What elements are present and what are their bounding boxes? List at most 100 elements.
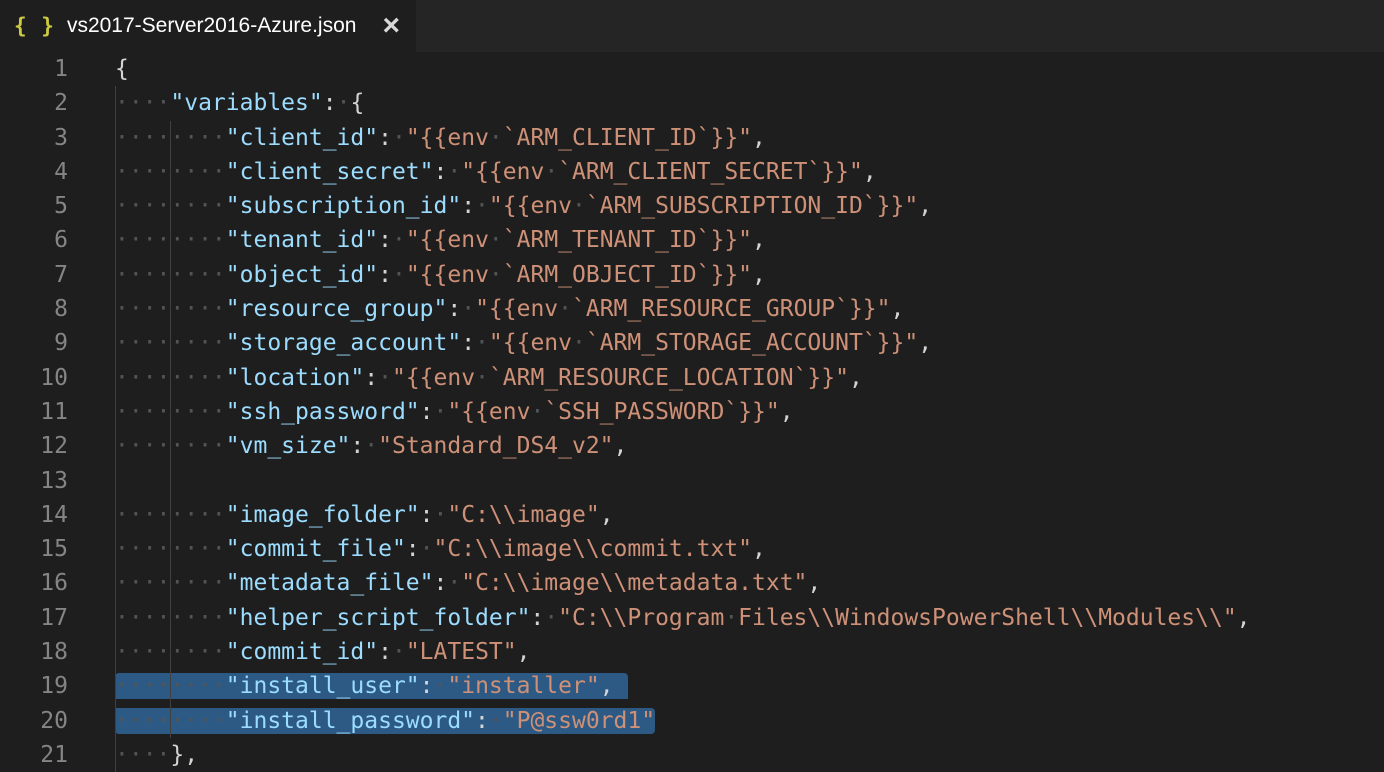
code-line-5[interactable]: 5 ········"subscription_id":·"{{env·`ARM_… bbox=[0, 189, 1384, 223]
indent-guide bbox=[115, 635, 116, 669]
code-text: ········"vm_size":·"Standard_DS4_v2", bbox=[115, 433, 627, 459]
indent-guide bbox=[115, 532, 116, 566]
indent-guide bbox=[115, 121, 116, 155]
indent-guide bbox=[170, 429, 171, 463]
json-file-icon: { } bbox=[14, 14, 55, 38]
indent-guide bbox=[115, 669, 116, 703]
code-text: ········"ssh_password":·"{{env·`SSH_PASS… bbox=[115, 399, 794, 425]
line-number: 2 bbox=[0, 86, 68, 120]
code-text: ········"helper_script_folder":·"C:\\Pro… bbox=[115, 605, 1251, 631]
code-line-18[interactable]: 18 ········"commit_id":·"LATEST", bbox=[0, 635, 1384, 669]
line-number: 7 bbox=[0, 258, 68, 292]
line-number: 15 bbox=[0, 532, 68, 566]
code-text: ········"client_secret":·"{{env·`ARM_CLI… bbox=[115, 159, 877, 185]
indent-guide bbox=[115, 155, 116, 189]
code-line-20[interactable]: 20 ········"install_password":·"P@ssw0rd1… bbox=[0, 704, 1384, 738]
code-line-10[interactable]: 10 ········"location":·"{{env·`ARM_RESOUR… bbox=[0, 361, 1384, 395]
indent-guide bbox=[170, 189, 171, 223]
line-number: 8 bbox=[0, 292, 68, 326]
indent-guide bbox=[115, 86, 116, 120]
code-editor[interactable]: 1{2····"variables":·{3········"client_id… bbox=[0, 52, 1384, 772]
indent-guide bbox=[170, 155, 171, 189]
line-number: 14 bbox=[0, 498, 68, 532]
line-number: 10 bbox=[0, 361, 68, 395]
code-text: ········"tenant_id":·"{{env·`ARM_TENANT_… bbox=[115, 227, 766, 253]
code-line-1[interactable]: 1{ bbox=[0, 52, 1384, 86]
code-line-13[interactable]: 13 bbox=[0, 464, 1384, 498]
code-line-9[interactable]: 9 ········"storage_account":·"{{env·`ARM_… bbox=[0, 326, 1384, 360]
line-number: 11 bbox=[0, 395, 68, 429]
indent-guide bbox=[170, 326, 171, 360]
indent-guide bbox=[170, 704, 171, 738]
indent-guide bbox=[115, 498, 116, 532]
code-line-8[interactable]: 8 ········"resource_group":·"{{env·`ARM_R… bbox=[0, 292, 1384, 326]
indent-guide bbox=[170, 669, 171, 703]
indent-guide bbox=[170, 498, 171, 532]
indent-guide bbox=[115, 189, 116, 223]
code-line-4[interactable]: 4 ········"client_secret":·"{{env·`ARM_CL… bbox=[0, 155, 1384, 189]
code-text: ····}, bbox=[115, 742, 198, 768]
code-text: ········"commit_id":·"LATEST", bbox=[115, 639, 530, 665]
indent-guide bbox=[115, 326, 116, 360]
code-text: ········"image_folder":·"C:\\image", bbox=[115, 502, 614, 528]
code-line-3[interactable]: 3········"client_id":·"{{env·`ARM_CLIENT… bbox=[0, 121, 1384, 155]
indent-guide bbox=[115, 395, 116, 429]
line-number: 19 bbox=[0, 669, 68, 703]
line-number: 20 bbox=[0, 704, 68, 738]
indent-guide bbox=[115, 258, 116, 292]
line-number: 18 bbox=[0, 635, 68, 669]
indent-guide bbox=[170, 258, 171, 292]
code-text: ········"object_id":·"{{env·`ARM_OBJECT_… bbox=[115, 262, 766, 288]
code-line-12[interactable]: 12 ········"vm_size":·"Standard_DS4_v2", bbox=[0, 429, 1384, 463]
indent-guide bbox=[170, 292, 171, 326]
code-text: ········"metadata_file":·"C:\\image\\met… bbox=[115, 570, 821, 596]
code-line-7[interactable]: 7 ········"object_id":·"{{env·`ARM_OBJECT… bbox=[0, 258, 1384, 292]
tab-bar: { } vs2017-Server2016-Azure.json × bbox=[0, 0, 1384, 52]
line-number: 17 bbox=[0, 601, 68, 635]
selected-code-text: ········"install_password":·"P@ssw0rd1" bbox=[115, 708, 655, 734]
tab-vs2017-server2016-azure-json[interactable]: { } vs2017-Server2016-Azure.json × bbox=[0, 0, 416, 52]
line-number: 4 bbox=[0, 155, 68, 189]
indent-guide bbox=[115, 704, 116, 738]
tab-title: vs2017-Server2016-Azure.json bbox=[67, 14, 357, 38]
indent-guide bbox=[170, 532, 171, 566]
indent-guide bbox=[170, 464, 171, 498]
line-number: 6 bbox=[0, 223, 68, 257]
indent-guide bbox=[115, 566, 116, 600]
code-text: ········"storage_account":·"{{env·`ARM_S… bbox=[115, 330, 932, 356]
indent-guide bbox=[115, 223, 116, 257]
indent-guide bbox=[170, 395, 171, 429]
indent-guide bbox=[115, 738, 116, 772]
code-text: ········"subscription_id":·"{{env·`ARM_S… bbox=[115, 193, 932, 219]
code-text: ········"location":·"{{env·`ARM_RESOURCE… bbox=[115, 365, 863, 391]
line-number: 9 bbox=[0, 326, 68, 360]
code-line-11[interactable]: 11 ········"ssh_password":·"{{env·`SSH_PA… bbox=[0, 395, 1384, 429]
code-line-14[interactable]: 14 ········"image_folder":·"C:\\image", bbox=[0, 498, 1384, 532]
indent-guide bbox=[115, 361, 116, 395]
line-number: 21 bbox=[0, 738, 68, 772]
code-line-16[interactable]: 16········"metadata_file":·"C:\\image\\m… bbox=[0, 566, 1384, 600]
indent-guide bbox=[170, 601, 171, 635]
line-number: 1 bbox=[0, 52, 68, 86]
indent-guide bbox=[170, 635, 171, 669]
code-line-2[interactable]: 2 ····"variables":·{ bbox=[0, 86, 1384, 120]
indent-guide bbox=[170, 121, 171, 155]
line-number: 5 bbox=[0, 189, 68, 223]
line-number: 12 bbox=[0, 429, 68, 463]
indent-guide bbox=[115, 601, 116, 635]
code-text: ········"resource_group":·"{{env·`ARM_RE… bbox=[115, 296, 904, 322]
close-icon[interactable]: × bbox=[380, 11, 402, 41]
indent-guide bbox=[115, 464, 116, 498]
code-text: { bbox=[115, 56, 129, 82]
line-number: 13 bbox=[0, 464, 68, 498]
selected-code-text: ········"install_user":·"installer", bbox=[115, 673, 628, 699]
code-text: ····"variables":·{ bbox=[115, 90, 364, 116]
code-line-15[interactable]: 15········"commit_file":·"C:\\image\\com… bbox=[0, 532, 1384, 566]
indent-guide bbox=[115, 292, 116, 326]
code-line-6[interactable]: 6 ········"tenant_id":·"{{env·`ARM_TENANT… bbox=[0, 223, 1384, 257]
code-text: ········"client_id":·"{{env·`ARM_CLIENT_… bbox=[115, 125, 766, 151]
code-line-17[interactable]: 17 ········"helper_script_folder":·"C:\\P… bbox=[0, 601, 1384, 635]
code-line-19[interactable]: 19 ········"install_user":·"installer", bbox=[0, 669, 1384, 703]
code-line-21[interactable]: 21 ····}, bbox=[0, 738, 1384, 772]
indent-guide bbox=[115, 429, 116, 463]
